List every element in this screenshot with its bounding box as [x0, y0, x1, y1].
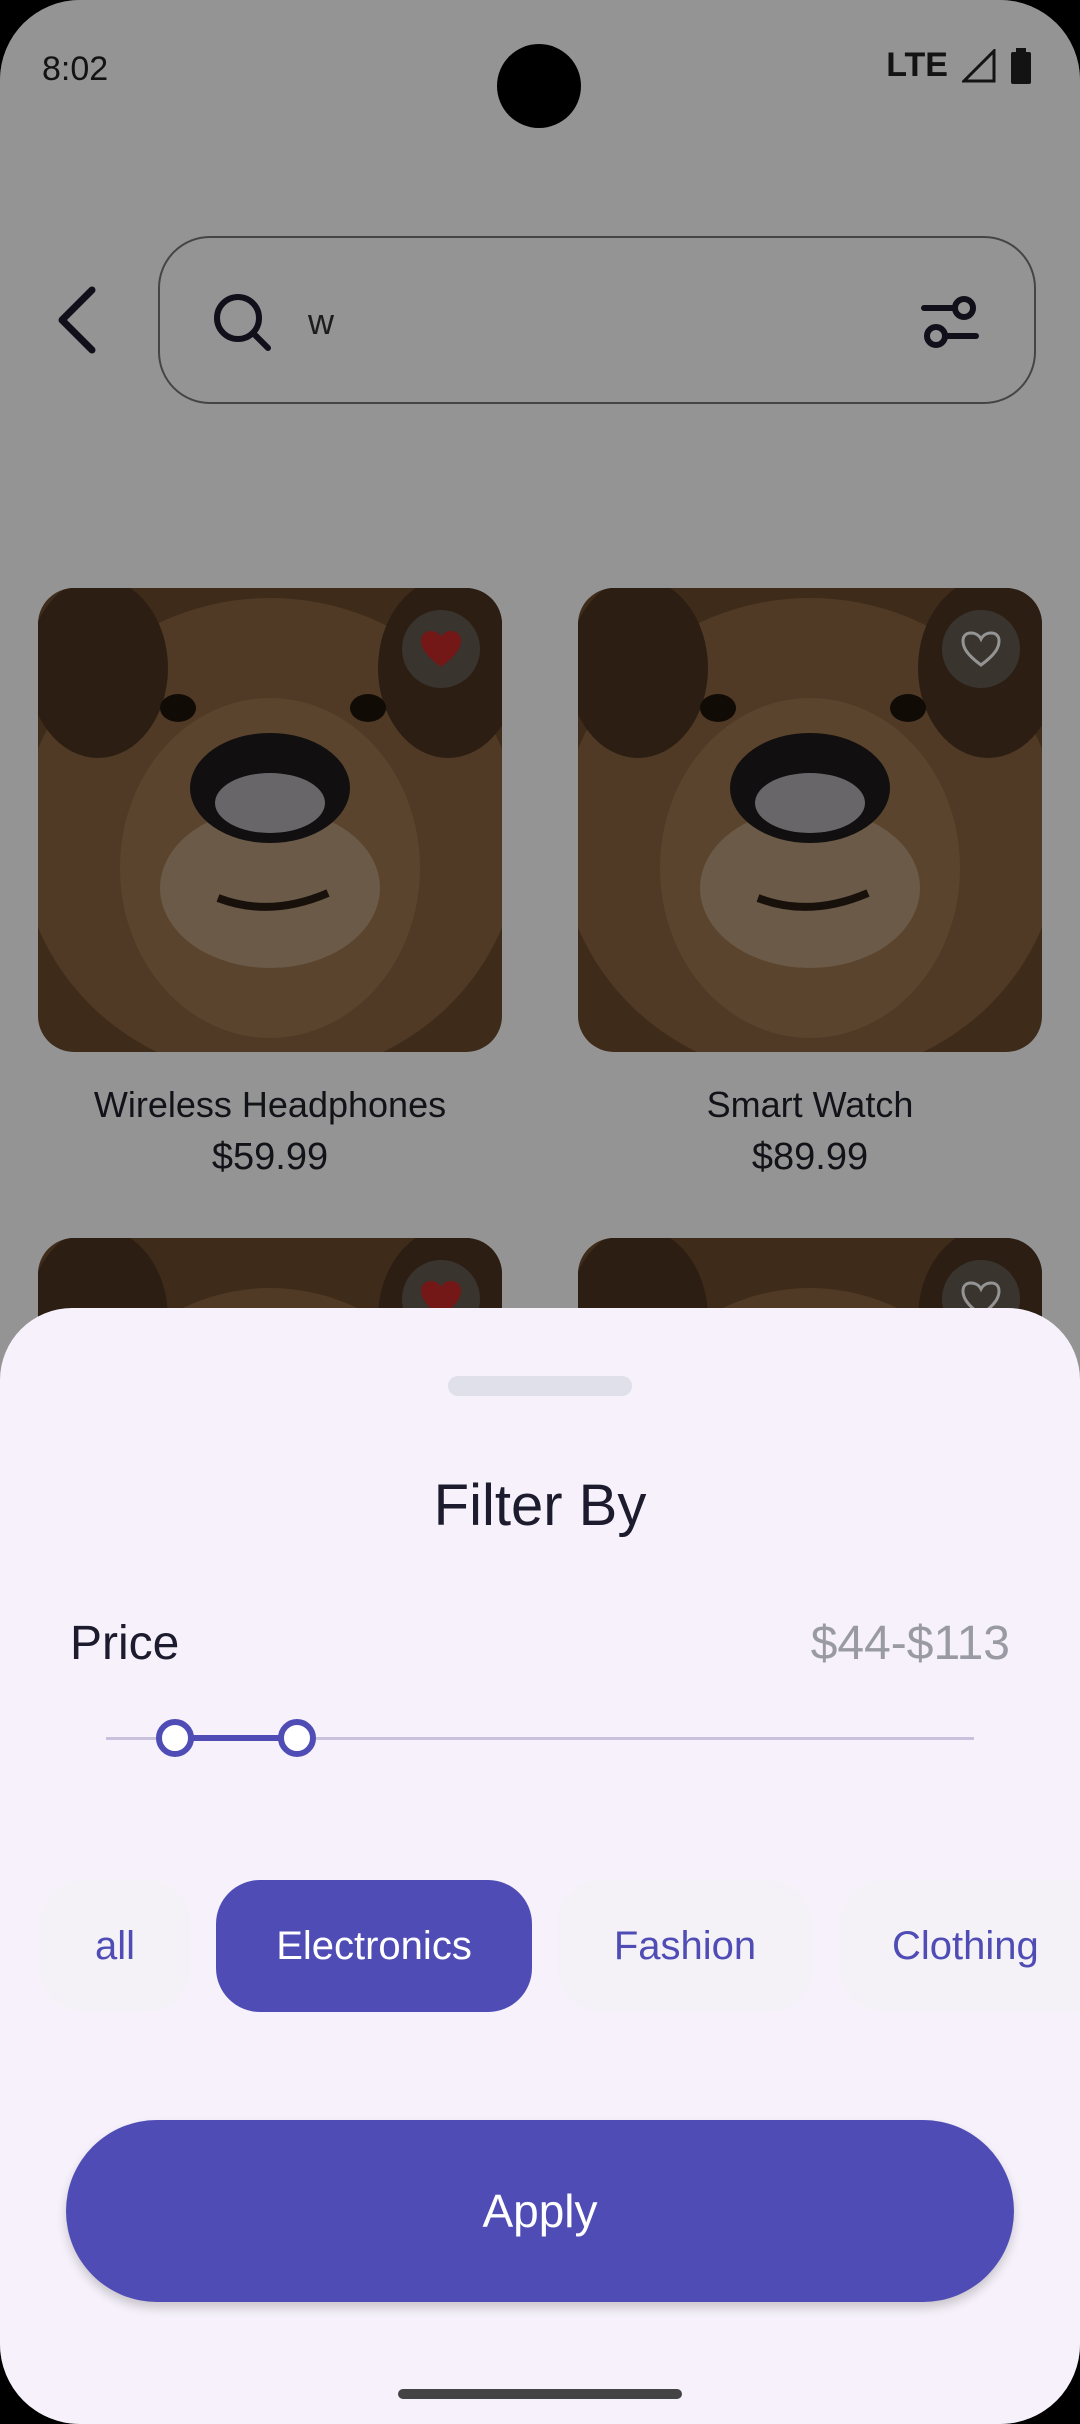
drag-handle[interactable] [448, 1376, 632, 1396]
chip-electronics[interactable]: Electronics [216, 1880, 532, 2012]
chip-all[interactable]: all [40, 1880, 190, 2012]
slider-thumb-max[interactable] [277, 1719, 316, 1757]
apply-button[interactable]: Apply [66, 2120, 1014, 2302]
price-range-value: $44-$113 [810, 1617, 1010, 1670]
price-label: Price [70, 1617, 180, 1670]
price-range-slider[interactable] [106, 1718, 974, 1758]
home-indicator[interactable] [398, 2389, 682, 2399]
chip-fashion[interactable]: Fashion [558, 1880, 812, 2012]
chip-clothing[interactable]: Clothing [840, 1880, 1080, 2012]
sheet-title: Filter By [433, 1473, 647, 1538]
category-chips: all Electronics Fashion Clothing [0, 1880, 1080, 2016]
screen: { "status_bar": { "time": "8:02", "netwo… [0, 0, 1080, 2424]
slider-thumb-min[interactable] [156, 1719, 195, 1757]
